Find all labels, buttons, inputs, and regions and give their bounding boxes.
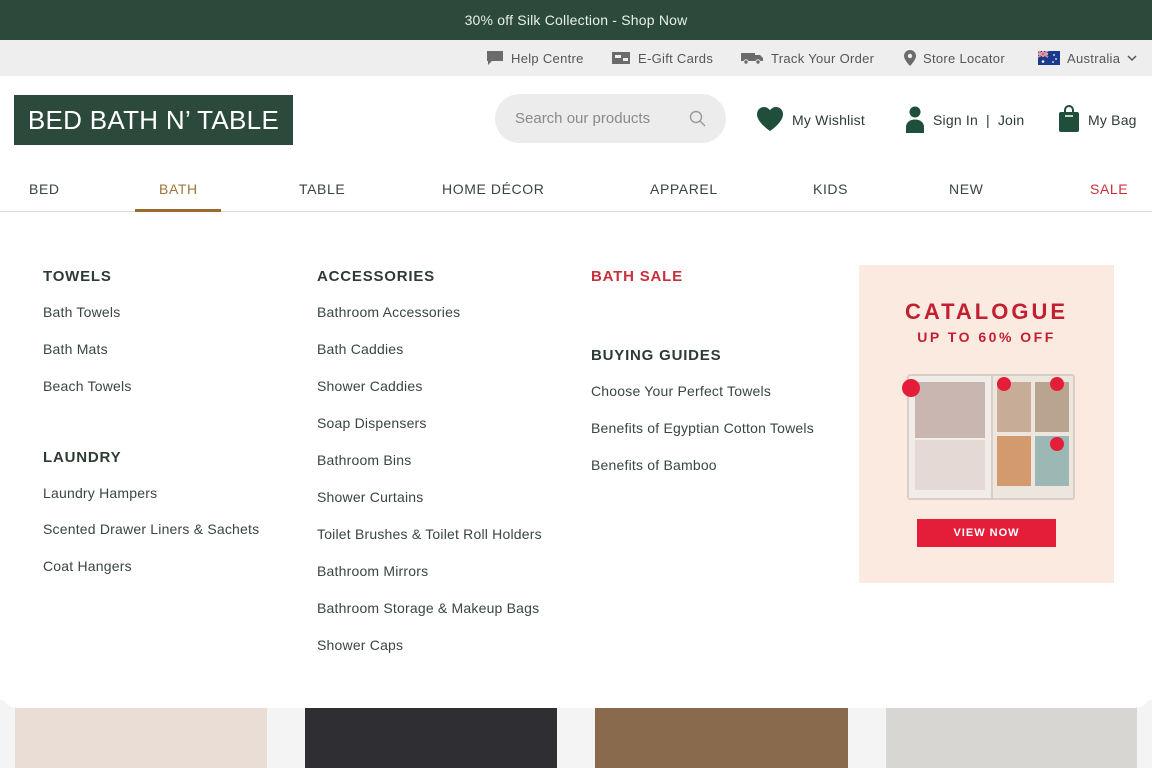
view-now-button[interactable]: VIEW NOW: [917, 519, 1056, 547]
product-tile[interactable]: [595, 700, 848, 768]
track-order-label: Track Your Order: [771, 50, 875, 66]
egift-cards-label: E-Gift Cards: [638, 50, 714, 66]
user-icon: [905, 105, 925, 136]
buying-guides-heading[interactable]: BUYING GUIDES: [591, 347, 721, 364]
catalogue-promo-card[interactable]: CATALOGUE UP TO 60% OFF VIEW NOW: [859, 265, 1114, 583]
menu-link[interactable]: Bath Towels: [43, 304, 120, 320]
menu-link[interactable]: Bath Mats: [43, 341, 108, 357]
nav-item-kids[interactable]: KIDS: [813, 166, 848, 212]
menu-link[interactable]: Soap Dispensers: [317, 415, 427, 431]
nav-item-new[interactable]: NEW: [949, 166, 983, 212]
gift-card-icon: [611, 51, 631, 65]
chevron-down-icon: [1127, 54, 1137, 62]
bath-mega-menu: TOWELS Bath Towels Bath Mats Beach Towel…: [0, 222, 1152, 708]
heart-icon: [756, 106, 784, 135]
promo-card-subtitle: UP TO 60% OFF: [917, 329, 1056, 345]
sign-in-link[interactable]: Sign In: [933, 112, 978, 128]
promo-bar[interactable]: 30% off Silk Collection - Shop Now: [0, 0, 1152, 40]
menu-link[interactable]: Scented Drawer Liners & Sachets: [43, 521, 259, 537]
egift-cards-link[interactable]: E-Gift Cards: [611, 40, 713, 76]
menu-link[interactable]: Shower Caps: [317, 637, 403, 653]
menu-link[interactable]: Beach Towels: [43, 378, 132, 394]
shopping-bag-icon: [1058, 104, 1080, 136]
country-label: Australia: [1067, 50, 1121, 66]
product-tiles-background: [0, 700, 1152, 768]
bag-label: My Bag: [1088, 112, 1137, 128]
active-nav-underline: [135, 209, 221, 212]
laundry-heading[interactable]: LAUNDRY: [43, 449, 121, 466]
search-input[interactable]: [515, 110, 675, 127]
search-box[interactable]: [495, 94, 726, 143]
bag-link[interactable]: My Bag: [1058, 104, 1137, 136]
menu-link[interactable]: Bathroom Bins: [317, 452, 411, 468]
promo-bar-text[interactable]: 30% off Silk Collection - Shop Now: [465, 12, 688, 28]
location-pin-icon: [904, 50, 916, 66]
join-link[interactable]: Join: [998, 112, 1024, 128]
utility-bar: Help Centre E-Gift Cards Track Your Orde…: [0, 40, 1152, 76]
bath-sale-heading[interactable]: BATH SALE: [591, 268, 683, 285]
menu-link[interactable]: Shower Curtains: [317, 489, 424, 505]
accessories-heading[interactable]: ACCESSORIES: [317, 268, 435, 285]
menu-link[interactable]: Coat Hangers: [43, 558, 132, 574]
search-icon[interactable]: [689, 110, 706, 132]
wishlist-label: My Wishlist: [792, 112, 865, 128]
product-tile[interactable]: [886, 700, 1137, 768]
store-locator-link[interactable]: Store Locator: [904, 40, 1005, 76]
logo-text: BED BATH N’ TABLE: [27, 104, 280, 135]
country-selector[interactable]: Australia: [1038, 40, 1137, 76]
chat-icon: [486, 50, 504, 66]
menu-link[interactable]: Bathroom Storage & Makeup Bags: [317, 600, 539, 616]
menu-link[interactable]: Toilet Brushes & Toilet Roll Holders: [317, 526, 542, 542]
menu-link[interactable]: Choose Your Perfect Towels: [591, 383, 771, 399]
menu-link[interactable]: Bath Caddies: [317, 341, 403, 357]
catalogue-image: [902, 374, 1075, 500]
australia-flag-icon: [1038, 51, 1060, 65]
menu-link[interactable]: Benefits of Egyptian Cotton Towels: [591, 420, 814, 436]
account-link[interactable]: Sign In | Join: [905, 104, 1024, 136]
truck-icon: [740, 51, 764, 65]
nav-item-sale[interactable]: SALE: [1090, 166, 1128, 212]
menu-link[interactable]: Laundry Hampers: [43, 485, 157, 501]
nav-item-bath[interactable]: BATH: [159, 166, 198, 212]
promo-card-title: CATALOGUE: [904, 299, 1069, 324]
wishlist-link[interactable]: My Wishlist: [756, 104, 865, 136]
towels-heading[interactable]: TOWELS: [43, 268, 112, 285]
help-centre-link[interactable]: Help Centre: [486, 40, 584, 76]
nav-item-home-decor[interactable]: HOME DÉCOR: [442, 166, 544, 212]
menu-link[interactable]: Shower Caddies: [317, 378, 423, 394]
account-separator: |: [986, 112, 990, 128]
site-logo[interactable]: BED BATH N’ TABLE: [14, 95, 293, 145]
nav-item-bed[interactable]: BED: [29, 166, 60, 212]
track-order-link[interactable]: Track Your Order: [740, 40, 874, 76]
product-tile[interactable]: [15, 700, 267, 768]
menu-link[interactable]: Benefits of Bamboo: [591, 457, 717, 473]
nav-item-table[interactable]: TABLE: [299, 166, 345, 212]
menu-link[interactable]: Bathroom Mirrors: [317, 563, 428, 579]
store-locator-label: Store Locator: [923, 50, 1005, 66]
main-nav: BED BATH TABLE HOME DÉCOR APPAREL KIDS N…: [0, 166, 1152, 212]
menu-link[interactable]: Bathroom Accessories: [317, 304, 460, 320]
site-header: BED BATH N’ TABLE My Wishlist Sign In | …: [0, 76, 1152, 166]
help-centre-label: Help Centre: [511, 50, 584, 66]
product-tile[interactable]: [305, 700, 557, 768]
nav-item-apparel[interactable]: APPAREL: [650, 166, 718, 212]
